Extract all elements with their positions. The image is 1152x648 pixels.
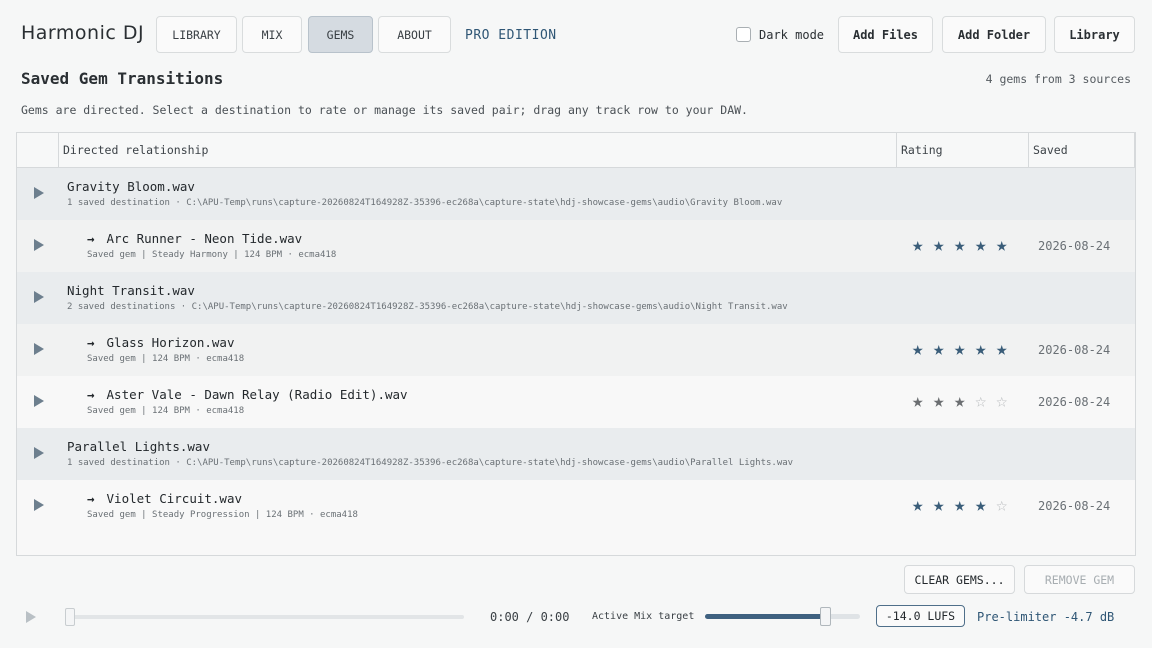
table-row-destination[interactable]: → Arc Runner - Neon Tide.wav Saved gem | … [17,220,1135,272]
lufs-target-field[interactable]: -14.0 LUFS [876,605,965,627]
star-rating[interactable]: ★ ★ ★ ★ ★ [912,339,1017,359]
source-title: Parallel Lights.wav [67,439,210,454]
star-filled-icon[interactable]: ★ [933,495,954,515]
table-header: Directed relationship Rating Saved [17,133,1135,168]
star-filled-icon[interactable]: ★ [996,339,1017,359]
star-filled-icon[interactable]: ★ [912,339,933,359]
destination-subtitle: Saved gem | Steady Progression | 124 BPM… [87,510,358,520]
star-filled-icon[interactable]: ★ [912,391,933,411]
source-title: Gravity Bloom.wav [67,179,195,194]
star-rating[interactable]: ★ ★ ★ ★ ★ [912,235,1017,255]
table-row-source[interactable]: Night Transit.wav 2 saved destinations ·… [17,272,1135,324]
column-divider [58,133,59,167]
play-icon[interactable] [34,187,44,199]
gem-count: 4 gems from 3 sources [985,72,1131,86]
saved-date: 2026-08-24 [1038,239,1111,253]
table-row-source[interactable]: Parallel Lights.wav 1 saved destination … [17,428,1135,480]
destination-subtitle: Saved gem | 124 BPM · ecma418 [87,406,245,416]
top-bar: Harmonic DJ LIBRARY MIX GEMS ABOUT PRO E… [0,0,1152,70]
prelimiter-readout: Pre-limiter -4.7 dB [977,610,1115,624]
dark-mode-label: Dark mode [759,27,825,42]
mix-target-label: Active Mix target [592,611,695,622]
star-filled-icon[interactable]: ★ [912,495,933,515]
column-header-saved[interactable]: Saved [1033,133,1068,167]
library-button[interactable]: Library [1054,16,1135,53]
edition-label: PRO EDITION [465,28,557,43]
star-filled-icon[interactable]: ★ [954,235,975,255]
nav-gems-tab[interactable]: GEMS [308,16,373,53]
column-header-relationship[interactable]: Directed relationship [63,133,208,167]
star-filled-icon[interactable]: ★ [954,339,975,359]
play-icon[interactable] [34,499,44,511]
saved-date: 2026-08-24 [1038,499,1111,513]
star-filled-icon[interactable]: ★ [912,235,933,255]
play-icon[interactable] [34,395,44,407]
saved-date: 2026-08-24 [1038,395,1111,409]
arrow-icon: → [87,231,95,246]
remove-gem-button[interactable]: REMOVE GEM [1024,565,1135,594]
play-icon[interactable] [34,291,44,303]
star-filled-icon[interactable]: ★ [933,339,954,359]
saved-date: 2026-08-24 [1038,343,1111,357]
table-row-source[interactable]: Gravity Bloom.wav 1 saved destination · … [17,168,1135,220]
gems-table: Directed relationship Rating Saved Gravi… [16,132,1136,556]
arrow-icon: → [87,387,95,402]
playback-time: 0:00 / 0:00 [490,610,570,624]
clear-gems-button[interactable]: CLEAR GEMS... [904,565,1015,594]
destination-name: Violet Circuit.wav [106,491,242,506]
arrow-icon: → [87,335,95,350]
nav-mix-tab[interactable]: MIX [242,16,302,53]
play-icon[interactable] [34,343,44,355]
destination-title: → Glass Horizon.wav [87,335,234,350]
column-header-rating[interactable]: Rating [901,133,943,167]
star-filled-icon[interactable]: ★ [975,495,996,515]
destination-name: Glass Horizon.wav [106,335,235,350]
source-subtitle: 1 saved destination · C:\APU-Temp\runs\c… [67,458,794,468]
star-filled-icon[interactable]: ★ [954,495,975,515]
destination-title: → Arc Runner - Neon Tide.wav [87,231,302,246]
table-row-destination[interactable]: → Aster Vale - Dawn Relay (Radio Edit).wa… [17,376,1135,428]
star-filled-icon[interactable]: ★ [954,391,975,411]
star-empty-icon[interactable]: ☆ [996,495,1017,515]
star-filled-icon[interactable]: ★ [933,235,954,255]
destination-subtitle: Saved gem | 124 BPM · ecma418 [87,354,245,364]
source-subtitle: 1 saved destination · C:\APU-Temp\runs\c… [67,198,783,208]
source-title: Night Transit.wav [67,283,195,298]
page-title: Saved Gem Transitions [21,69,224,88]
nav-library-tab[interactable]: LIBRARY [156,16,237,53]
add-files-button[interactable]: Add Files [838,16,933,53]
dark-mode-toggle[interactable]: Dark mode [736,27,824,42]
star-rating[interactable]: ★ ★ ★ ☆ ☆ [912,391,1017,411]
destination-title: → Violet Circuit.wav [87,491,242,506]
slider-fill [705,614,826,619]
source-subtitle: 2 saved destinations · C:\APU-Temp\runs\… [67,302,788,312]
nav-about-tab[interactable]: ABOUT [378,16,451,53]
destination-subtitle: Saved gem | Steady Harmony | 124 BPM · e… [87,250,337,260]
play-icon[interactable] [26,611,36,623]
destination-name: Aster Vale - Dawn Relay (Radio Edit).wav [106,387,408,402]
star-empty-icon[interactable]: ☆ [975,391,996,411]
seek-bar[interactable] [66,615,464,619]
destination-title: → Aster Vale - Dawn Relay (Radio Edit).wa… [87,387,408,402]
mix-target-slider[interactable] [705,614,860,619]
play-icon[interactable] [34,447,44,459]
star-empty-icon[interactable]: ☆ [996,391,1017,411]
arrow-icon: → [87,491,95,506]
add-folder-button[interactable]: Add Folder [942,16,1046,53]
star-filled-icon[interactable]: ★ [975,235,996,255]
star-filled-icon[interactable]: ★ [996,235,1017,255]
dark-mode-checkbox[interactable] [736,27,751,42]
table-row-destination[interactable]: → Violet Circuit.wav Saved gem | Steady P… [17,480,1135,532]
play-icon[interactable] [34,239,44,251]
page-hint: Gems are directed. Select a destination … [21,103,748,117]
seek-handle[interactable] [65,608,75,626]
star-filled-icon[interactable]: ★ [933,391,954,411]
app-logo: Harmonic DJ [21,22,145,44]
star-rating[interactable]: ★ ★ ★ ★ ☆ [912,495,1017,515]
table-row-destination[interactable]: → Glass Horizon.wav Saved gem | 124 BPM ·… [17,324,1135,376]
star-filled-icon[interactable]: ★ [975,339,996,359]
destination-name: Arc Runner - Neon Tide.wav [106,231,303,246]
slider-handle[interactable] [820,607,831,626]
